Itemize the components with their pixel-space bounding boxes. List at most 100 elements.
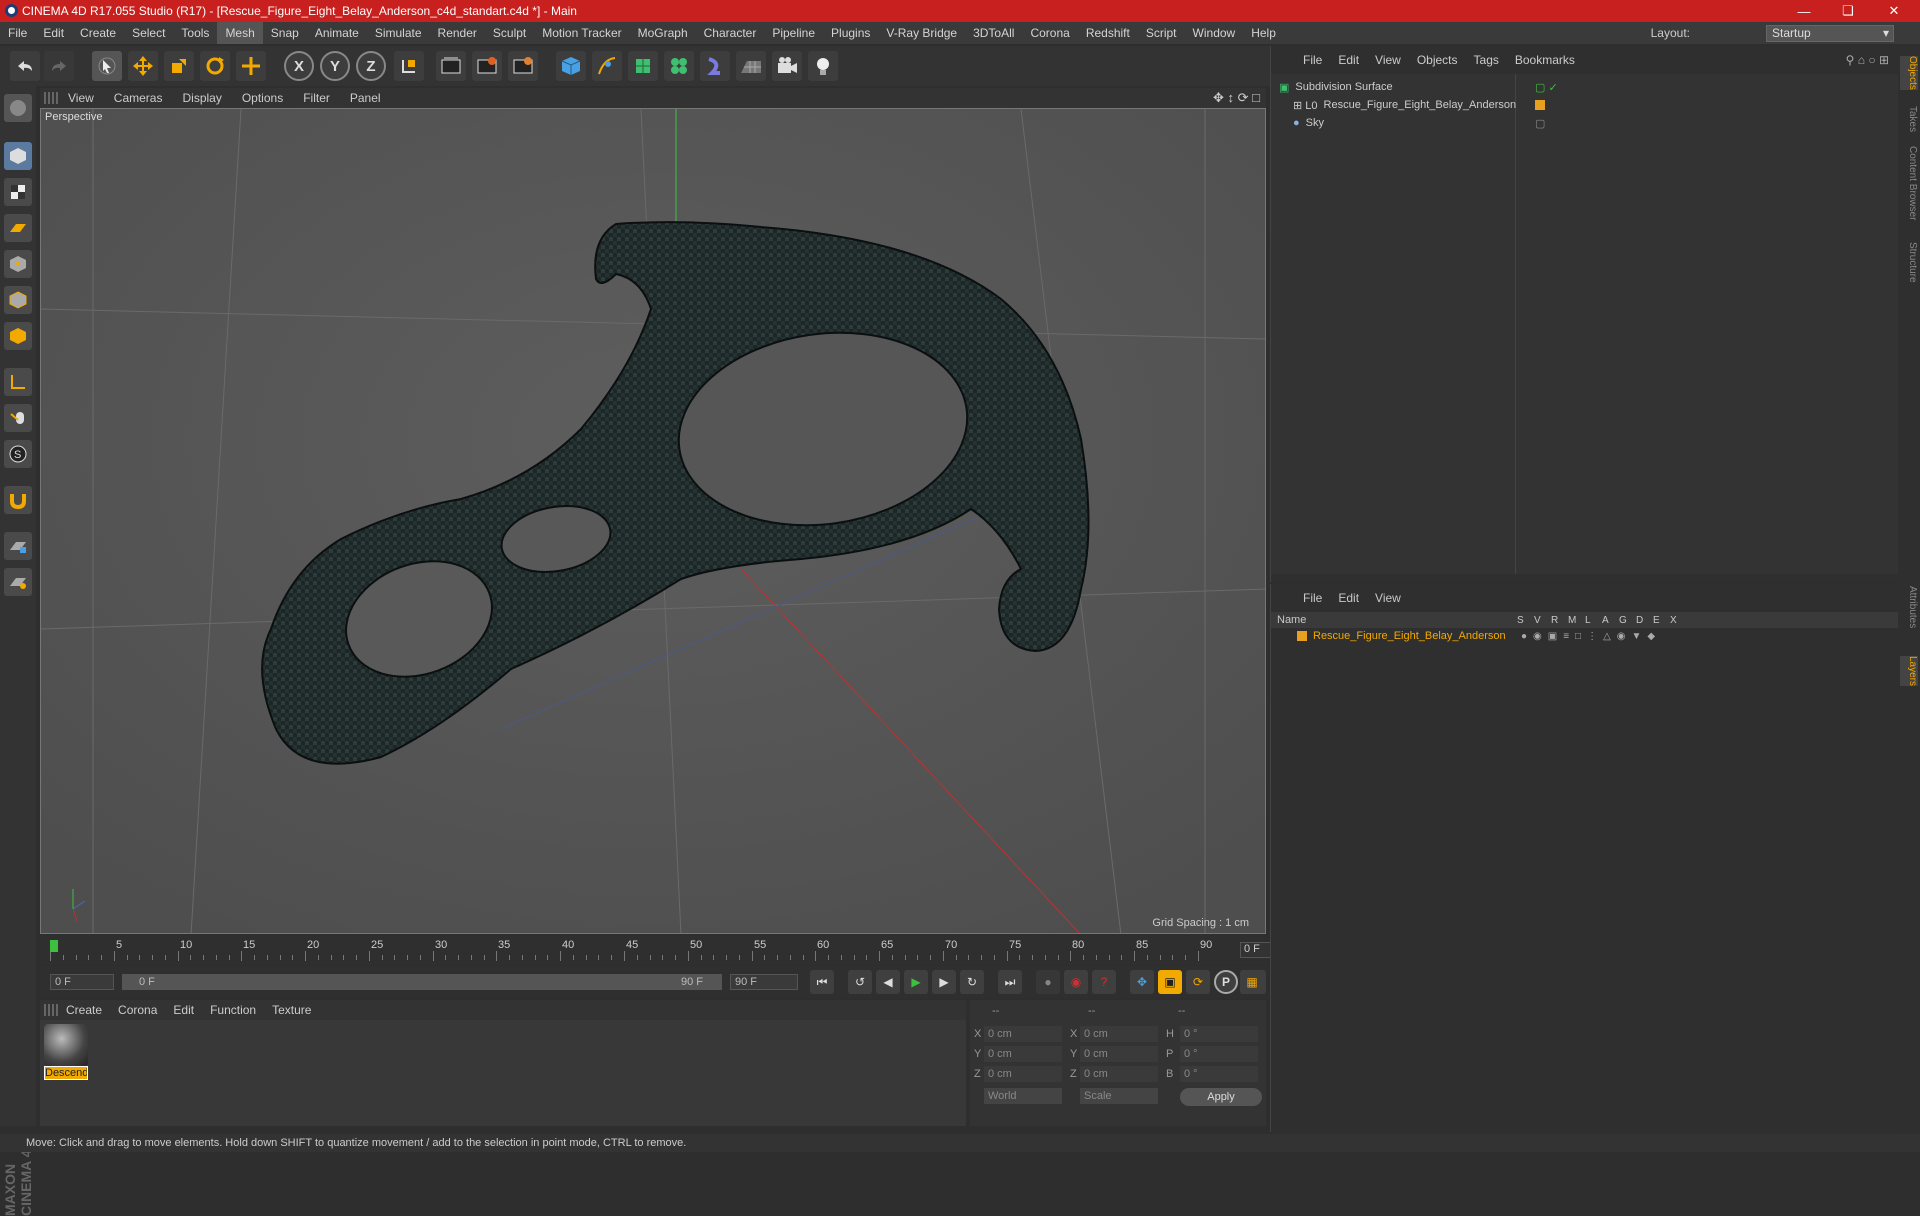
menu-file[interactable]: File: [0, 22, 35, 44]
restore-icon[interactable]: ❏: [1826, 0, 1870, 22]
coord-size-z-field[interactable]: 0 cm: [1080, 1066, 1158, 1082]
viewport-menu-filter[interactable]: Filter: [293, 91, 340, 105]
viewport-menu-options[interactable]: Options: [232, 91, 293, 105]
scale-key-icon[interactable]: ▣: [1158, 970, 1182, 994]
layout-select[interactable]: Startup ▾: [1766, 25, 1894, 42]
light-icon[interactable]: [808, 51, 838, 81]
obj-menu-bookmarks[interactable]: Bookmarks: [1507, 53, 1583, 67]
pen-icon[interactable]: [592, 51, 622, 81]
y-axis-icon[interactable]: Y: [320, 51, 350, 81]
param-key-icon[interactable]: P: [1214, 970, 1238, 994]
coord-rot-p-field[interactable]: 0 °: [1180, 1046, 1258, 1062]
tab-content-browser[interactable]: Content Browser: [1900, 146, 1918, 220]
menu-animate[interactable]: Animate: [307, 22, 367, 44]
menu-snap[interactable]: Snap: [263, 22, 307, 44]
menu-help[interactable]: Help: [1243, 22, 1284, 44]
menu-create[interactable]: Create: [72, 22, 124, 44]
goto-end-icon[interactable]: ⏭: [998, 970, 1022, 994]
menu-script[interactable]: Script: [1138, 22, 1185, 44]
layer-menu-file[interactable]: File: [1295, 591, 1330, 605]
menu-select[interactable]: Select: [124, 22, 173, 44]
coord-rot-b-field[interactable]: 0 °: [1180, 1066, 1258, 1082]
axis-mode-icon[interactable]: [4, 368, 32, 396]
deformer-icon[interactable]: [700, 51, 730, 81]
next-key-icon[interactable]: ↻: [960, 970, 984, 994]
material-menu-function[interactable]: Function: [202, 1003, 264, 1017]
tab-attributes[interactable]: Attributes: [1900, 586, 1918, 628]
magnet-icon[interactable]: [4, 486, 32, 514]
viewport-menu-cameras[interactable]: Cameras: [104, 91, 173, 105]
transform-icon[interactable]: [236, 51, 266, 81]
tweak-icon[interactable]: [4, 404, 32, 432]
menu-character[interactable]: Character: [696, 22, 765, 44]
coord-pos-z-field[interactable]: 0 cm: [984, 1066, 1062, 1082]
close-icon[interactable]: ✕: [1872, 0, 1916, 22]
edges-mode-icon[interactable]: [4, 286, 32, 314]
object-row[interactable]: ⊞ L0 Rescue_Figure_Eight_Belay_Anderson: [1279, 96, 1879, 114]
timeline-ruler[interactable]: 051015202530354045505560657075808590: [50, 939, 1212, 961]
workplane-lock-icon[interactable]: [4, 532, 32, 560]
tab-takes[interactable]: Takes: [1900, 106, 1918, 132]
record-keys-icon[interactable]: ●: [1036, 970, 1060, 994]
end-frame-field[interactable]: 90 F: [730, 974, 798, 990]
layer-col-deformers[interactable]: D: [1636, 615, 1653, 626]
menu-pipeline[interactable]: Pipeline: [764, 22, 823, 44]
layer-col-xref[interactable]: X: [1670, 615, 1687, 626]
menu-window[interactable]: Window: [1185, 22, 1244, 44]
subdivision-icon[interactable]: [628, 51, 658, 81]
redo-icon[interactable]: [44, 51, 74, 81]
undo-icon[interactable]: [10, 51, 40, 81]
search-icon[interactable]: ⚲ ⌂ ○ ⊞: [1846, 53, 1889, 67]
points-mode-icon[interactable]: [4, 250, 32, 278]
timeline[interactable]: 051015202530354045505560657075808590 0 F: [40, 936, 1304, 964]
scale-icon[interactable]: [164, 51, 194, 81]
coord-pos-x-field[interactable]: 0 cm: [984, 1026, 1062, 1042]
minimize-icon[interactable]: —: [1782, 0, 1826, 22]
material-swatch[interactable]: Descend: [44, 1024, 88, 1084]
prev-frame-icon[interactable]: ◀: [876, 970, 900, 994]
material-menu-edit[interactable]: Edit: [165, 1003, 202, 1017]
render-view-icon[interactable]: [436, 51, 466, 81]
edit-render-settings-icon[interactable]: [508, 51, 538, 81]
range-slider[interactable]: 0 F 90 F: [122, 974, 722, 990]
layer-col-manager[interactable]: M: [1568, 615, 1585, 626]
polygons-mode-icon[interactable]: [4, 322, 32, 350]
menu-vray-bridge[interactable]: V-Ray Bridge: [878, 22, 965, 44]
floor-icon[interactable]: [736, 51, 766, 81]
obj-menu-tags[interactable]: Tags: [1466, 53, 1507, 67]
object-row[interactable]: ● Sky ▢: [1279, 114, 1879, 132]
render-picture-viewer-icon[interactable]: [472, 51, 502, 81]
menu-edit[interactable]: Edit: [35, 22, 72, 44]
apply-button[interactable]: Apply: [1180, 1088, 1262, 1106]
move-icon[interactable]: [128, 51, 158, 81]
tab-objects[interactable]: Objects: [1900, 56, 1918, 90]
key-help-icon[interactable]: ?: [1092, 970, 1116, 994]
viewport-menu-display[interactable]: Display: [172, 91, 231, 105]
coordinate-system-icon[interactable]: [394, 51, 424, 81]
tab-structure[interactable]: Structure: [1900, 242, 1918, 283]
obj-menu-objects[interactable]: Objects: [1409, 53, 1466, 67]
menu-redshift[interactable]: Redshift: [1078, 22, 1138, 44]
layer-col-expressions[interactable]: E: [1653, 615, 1670, 626]
menu-simulate[interactable]: Simulate: [367, 22, 430, 44]
viewport-menu-panel[interactable]: Panel: [340, 91, 391, 105]
menu-render[interactable]: Render: [430, 22, 485, 44]
camera-icon[interactable]: [772, 51, 802, 81]
x-axis-icon[interactable]: X: [284, 51, 314, 81]
layer-color-tag[interactable]: [1535, 100, 1545, 110]
snap-icon[interactable]: S: [4, 440, 32, 468]
obj-menu-edit[interactable]: Edit: [1330, 53, 1367, 67]
layer-col-render[interactable]: R: [1551, 615, 1568, 626]
menu-motion-tracker[interactable]: Motion Tracker: [534, 22, 629, 44]
material-menu-create[interactable]: Create: [58, 1003, 110, 1017]
workplane-icon[interactable]: [4, 214, 32, 242]
play-icon[interactable]: ▶: [904, 970, 928, 994]
next-frame-icon[interactable]: ▶: [932, 970, 956, 994]
cube-icon[interactable]: [556, 51, 586, 81]
make-editable-icon[interactable]: [4, 94, 32, 122]
layer-toggle-icons[interactable]: ●◉▣≡□⋮△◉▼◆: [1521, 631, 1661, 642]
material-menu-texture[interactable]: Texture: [264, 1003, 319, 1017]
layer-col-solo[interactable]: S: [1517, 615, 1534, 626]
drag-handle-icon[interactable]: [44, 92, 58, 104]
start-frame-field[interactable]: 0 F: [50, 974, 114, 990]
